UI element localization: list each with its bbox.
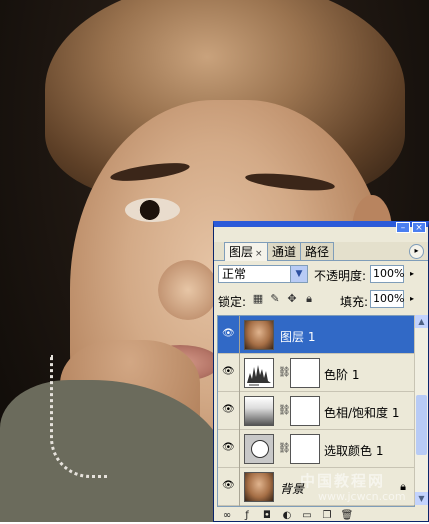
link-icon[interactable]: ⛓︎ <box>278 367 291 379</box>
link-layers-icon[interactable]: ∞ <box>220 509 234 523</box>
watermark-text: 中国教程网 <box>300 472 386 490</box>
left-eye <box>125 198 180 222</box>
tab-layers[interactable]: 图层 × <box>224 242 268 261</box>
layer-row-selective-color[interactable]: 👁︎ ⛓︎ 选取颜色 1 <box>218 430 414 468</box>
visibility-eye-icon[interactable]: 👁︎ <box>222 480 236 492</box>
layer-thumbnail <box>244 472 274 502</box>
divider <box>239 468 240 506</box>
chevron-down-icon[interactable]: ▼ <box>290 266 307 282</box>
fill-field[interactable]: 100% <box>370 290 404 308</box>
opacity-field[interactable]: 100% <box>370 265 404 283</box>
tab-close-icon[interactable]: × <box>255 249 263 259</box>
blend-mode-select[interactable]: 正常 ▼ <box>218 265 308 283</box>
visibility-eye-icon[interactable]: 👁︎ <box>222 328 236 340</box>
lock-image-icon[interactable]: ✎ <box>269 292 281 306</box>
divider <box>239 392 240 430</box>
layer-mask-thumbnail <box>290 434 320 464</box>
necklace <box>50 355 108 478</box>
minimize-icon[interactable]: – <box>396 222 410 233</box>
hue-saturation-adjustment-icon <box>244 396 274 426</box>
visibility-eye-icon[interactable]: 👁︎ <box>222 404 236 416</box>
new-group-icon[interactable]: ▭ <box>300 509 314 523</box>
add-mask-icon[interactable]: ◘ <box>260 509 274 523</box>
layer-row-hue-saturation[interactable]: 👁︎ ⛓︎ 色相/饱和度 1 <box>218 392 414 430</box>
layer-name: 色阶 1 <box>324 368 360 382</box>
link-icon[interactable]: ⛓︎ <box>278 443 291 455</box>
delete-layer-icon[interactable]: 🗑︎ <box>340 509 354 523</box>
lock-all-icon[interactable]: 🔒︎ <box>303 292 315 306</box>
fill-label: 填充: <box>340 295 369 309</box>
tab-label: 路径 <box>305 245 330 259</box>
visibility-eye-icon[interactable]: 👁︎ <box>222 366 236 378</box>
adjustment-layer-icon[interactable]: ◐ <box>280 509 294 523</box>
opacity-label: 不透明度: <box>314 269 367 283</box>
layers-scrollbar[interactable]: ▲ ▼ <box>414 315 428 505</box>
fill-value: 100% <box>373 292 405 305</box>
lock-fill-row: 锁定: ▦ ✎ ✥ 🔒︎ 填充: 100% ▸ <box>214 290 428 312</box>
layer-mask-thumbnail <box>290 358 320 388</box>
lock-transparent-icon[interactable]: ▦ <box>252 292 264 306</box>
divider <box>239 430 240 468</box>
lock-position-icon[interactable]: ✥ <box>286 292 298 306</box>
lock-label: 锁定: <box>218 295 247 309</box>
scroll-down-icon[interactable]: ▼ <box>415 492 428 505</box>
tab-label: 通道 <box>272 245 297 259</box>
divider <box>239 354 240 392</box>
scroll-up-icon[interactable]: ▲ <box>415 315 428 328</box>
link-icon[interactable]: ⛓︎ <box>278 405 291 417</box>
layer-row-levels[interactable]: 👁︎ ⛓︎ 色阶 1 <box>218 354 414 392</box>
tab-label: 图层 <box>229 245 254 259</box>
watermark-url: www.jcwcn.com <box>318 490 406 503</box>
scrollbar-thumb[interactable] <box>416 395 427 455</box>
panel-titlebar: – × <box>396 222 426 233</box>
divider <box>239 316 240 354</box>
layer-style-icon[interactable]: ƒ <box>240 509 254 523</box>
layer-name: 选取颜色 1 <box>324 444 384 458</box>
opacity-arrow-icon[interactable]: ▸ <box>406 266 418 282</box>
levels-adjustment-icon <box>244 358 274 388</box>
layer-row-layer1[interactable]: 👁︎ 图层 1 <box>218 316 414 354</box>
tab-channels[interactable]: 通道 <box>267 242 302 260</box>
layer-name: 图层 1 <box>280 330 316 344</box>
layer-mask-thumbnail <box>290 396 320 426</box>
close-icon[interactable]: × <box>412 222 426 233</box>
panel-tabs: 图层 × 通道 路径 ▸ <box>214 242 428 261</box>
lock-icons: ▦ ✎ ✥ 🔒︎ <box>252 292 315 306</box>
fill-arrow-icon[interactable]: ▸ <box>406 291 418 307</box>
layer-name: 色相/饱和度 1 <box>324 406 400 420</box>
tab-paths[interactable]: 路径 <box>300 242 335 260</box>
selective-color-adjustment-icon <box>244 434 274 464</box>
layer-thumbnail <box>244 320 274 350</box>
opacity-value: 100% <box>373 267 405 280</box>
nose <box>158 260 218 320</box>
new-layer-icon[interactable]: ❐ <box>320 509 334 523</box>
blend-mode-value: 正常 <box>222 267 247 281</box>
visibility-eye-icon[interactable]: 👁︎ <box>222 442 236 454</box>
blend-opacity-row: 正常 ▼ 不透明度: 100% ▸ <box>214 265 428 287</box>
panel-menu-icon[interactable]: ▸ <box>409 244 424 259</box>
